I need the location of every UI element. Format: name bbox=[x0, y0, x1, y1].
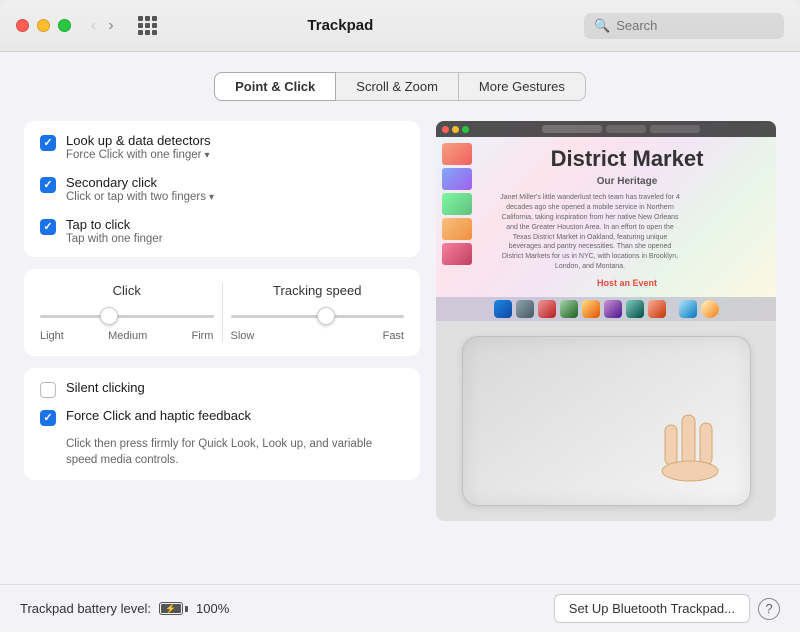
battery-icon: ⚡ bbox=[159, 602, 188, 615]
force-click-description: Click then press firmly for Quick Look, … bbox=[66, 436, 404, 468]
help-button[interactable]: ? bbox=[758, 598, 780, 620]
preview-dock bbox=[436, 297, 776, 321]
dock-icon bbox=[494, 300, 512, 318]
content-area: Point & Click Scroll & Zoom More Gesture… bbox=[0, 52, 800, 584]
window-title: Trackpad bbox=[109, 17, 572, 34]
minimize-button[interactable] bbox=[37, 19, 50, 32]
battery-label: Trackpad battery level: bbox=[20, 601, 151, 616]
sliders-section: Click Light Medium Firm bbox=[24, 269, 420, 356]
dock-icon bbox=[679, 300, 697, 318]
tracking-slider-thumb[interactable] bbox=[317, 307, 335, 325]
tab-scroll-zoom[interactable]: Scroll & Zoom bbox=[336, 72, 459, 101]
main-split: ✓ Look up & data detectors Force Click w… bbox=[24, 121, 776, 568]
close-button[interactable] bbox=[16, 19, 29, 32]
tracking-slider-label: Tracking speed bbox=[273, 283, 361, 298]
dock-icon bbox=[701, 300, 719, 318]
list-item: Silent clicking bbox=[40, 380, 404, 398]
tab-bar: Point & Click Scroll & Zoom More Gesture… bbox=[24, 72, 776, 101]
click-slider-group: Click Light Medium Firm bbox=[40, 283, 214, 342]
dock-icon bbox=[560, 300, 578, 318]
preview-trackpad bbox=[436, 321, 776, 521]
secondary-click-label: Secondary click bbox=[66, 175, 214, 190]
dock-icon bbox=[538, 300, 556, 318]
tap-to-click-subtitle: Tap with one finger bbox=[66, 233, 163, 245]
lookup-label: Look up & data detectors bbox=[66, 133, 211, 148]
chevron-down-icon: ▾ bbox=[209, 192, 214, 203]
click-medium-label: Medium bbox=[108, 330, 147, 342]
lookup-checkbox[interactable]: ✓ bbox=[40, 135, 56, 151]
dock-icon bbox=[582, 300, 600, 318]
secondary-click-checkbox[interactable]: ✓ bbox=[40, 177, 56, 193]
back-button[interactable]: ‹ bbox=[87, 15, 100, 37]
dock-icon bbox=[648, 300, 666, 318]
finger-icon bbox=[660, 405, 720, 485]
tab-more-gestures[interactable]: More Gestures bbox=[459, 72, 586, 101]
right-panel: District Market Our Heritage Janet Mille… bbox=[436, 121, 776, 568]
battery-percent: 100% bbox=[196, 601, 229, 616]
district-market-text: Janet Miller's little wanderlust tech te… bbox=[500, 193, 680, 271]
click-slider-track bbox=[40, 306, 214, 326]
statusbar: Trackpad battery level: ⚡ 100% Set Up Bl… bbox=[0, 584, 800, 632]
list-item: ✓ Look up & data detectors Force Click w… bbox=[40, 133, 404, 161]
district-market-subtitle: Our Heritage bbox=[500, 176, 754, 187]
sliders-row: Click Light Medium Firm bbox=[40, 283, 404, 342]
lookup-subtitle[interactable]: Force Click with one finger ▾ bbox=[66, 149, 211, 161]
fullscreen-button[interactable] bbox=[58, 19, 71, 32]
tap-to-click-checkbox[interactable]: ✓ bbox=[40, 219, 56, 235]
tracking-slow-label: Slow bbox=[231, 330, 255, 342]
click-light-label: Light bbox=[40, 330, 64, 342]
search-input[interactable] bbox=[616, 18, 774, 33]
click-slider-thumb[interactable] bbox=[100, 307, 118, 325]
left-panel: ✓ Look up & data detectors Force Click w… bbox=[24, 121, 420, 568]
dock-icon bbox=[604, 300, 622, 318]
silent-clicking-label: Silent clicking bbox=[66, 380, 145, 395]
search-box[interactable]: 🔍 bbox=[584, 13, 784, 39]
force-click-label: Force Click and haptic feedback bbox=[66, 408, 251, 423]
search-icon: 🔍 bbox=[594, 18, 610, 34]
top-checkboxes-group: ✓ Look up & data detectors Force Click w… bbox=[24, 121, 420, 257]
setup-bluetooth-button[interactable]: Set Up Bluetooth Trackpad... bbox=[554, 594, 750, 623]
tap-to-click-label: Tap to click bbox=[66, 217, 163, 232]
tracking-slider-track bbox=[231, 306, 405, 326]
click-firm-label: Firm bbox=[191, 330, 213, 342]
preview-screenshot: District Market Our Heritage Janet Mille… bbox=[436, 121, 776, 321]
dock-icon bbox=[516, 300, 534, 318]
tracking-fast-label: Fast bbox=[383, 330, 404, 342]
titlebar: ‹ › Trackpad 🔍 bbox=[0, 0, 800, 52]
tracking-slider-group: Tracking speed Slow Fast bbox=[231, 283, 405, 342]
district-market-link: Host an Event bbox=[500, 278, 754, 288]
traffic-lights bbox=[16, 19, 71, 32]
bottom-checkboxes-group: Silent clicking ✓ Force Click and haptic… bbox=[24, 368, 420, 480]
list-item: ✓ Force Click and haptic feedback bbox=[40, 408, 404, 426]
list-item: ✓ Secondary click Click or tap with two … bbox=[40, 175, 404, 203]
click-slider-label: Click bbox=[113, 283, 141, 298]
lightning-icon: ⚡ bbox=[165, 603, 176, 614]
trackpad-image bbox=[462, 336, 751, 506]
district-market-title: District Market bbox=[500, 146, 754, 172]
silent-clicking-checkbox[interactable] bbox=[40, 382, 56, 398]
secondary-click-subtitle[interactable]: Click or tap with two fingers ▾ bbox=[66, 191, 214, 203]
list-item: ✓ Tap to click Tap with one finger bbox=[40, 217, 404, 245]
tab-point-click[interactable]: Point & Click bbox=[214, 72, 336, 101]
dock-icon bbox=[626, 300, 644, 318]
force-click-checkbox[interactable]: ✓ bbox=[40, 410, 56, 426]
chevron-down-icon: ▾ bbox=[205, 150, 210, 161]
